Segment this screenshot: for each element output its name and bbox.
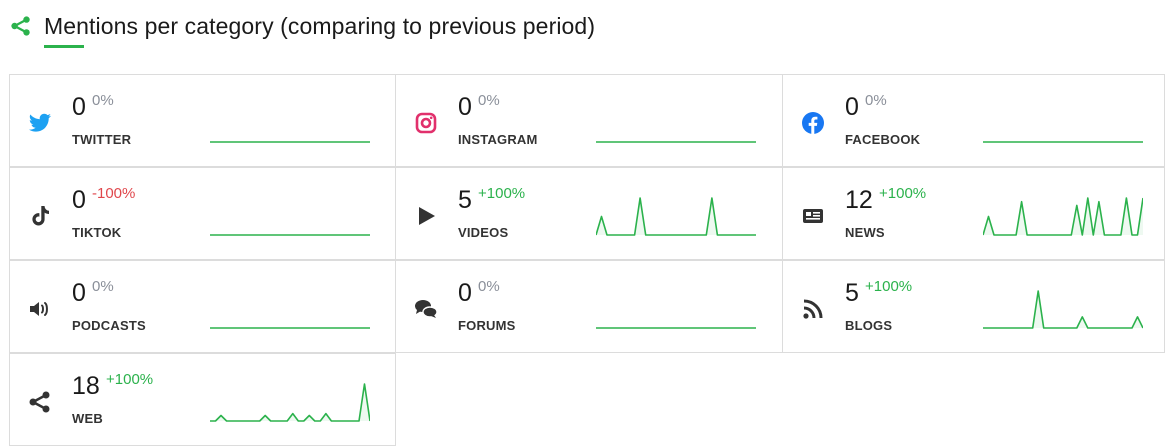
mention-count: 0: [72, 279, 86, 307]
sparkline: [983, 197, 1143, 236]
section-title: Mentions per category (comparing to prev…: [44, 12, 596, 39]
sparkline: [596, 327, 756, 329]
category-label: FACEBOOK: [845, 132, 921, 147]
change-percent: +100%: [106, 371, 154, 388]
sparkline: [983, 141, 1143, 143]
category-card-web[interactable]: 18 +100% WEB: [9, 353, 396, 446]
category-card-instagram[interactable]: 0 0% INSTAGRAM: [395, 74, 783, 167]
category-label: VIDEOS: [458, 225, 509, 240]
mention-count: 5: [458, 186, 472, 214]
category-card-blogs[interactable]: 5 +100% BLOGS: [782, 260, 1165, 353]
mention-count: 18: [72, 372, 100, 400]
sparkline: [596, 197, 756, 236]
category-label: BLOGS: [845, 318, 893, 333]
section-header: Mentions per category (comparing to prev…: [10, 6, 595, 46]
change-percent: +100%: [865, 278, 913, 295]
change-percent: 0%: [478, 278, 500, 295]
mention-count: 0: [72, 93, 86, 121]
sparkline-area: [983, 198, 1143, 235]
sparkline-line: [596, 197, 756, 236]
sparkline: [210, 327, 370, 329]
change-percent: 0%: [865, 92, 887, 109]
sparkline-line: [983, 290, 1143, 329]
category-card-podcasts[interactable]: 0 0% PODCASTS: [9, 260, 396, 353]
category-label: INSTAGRAM: [458, 132, 538, 147]
rss-icon: [801, 297, 825, 321]
sparkline-line: [210, 383, 370, 422]
sparkline: [596, 141, 756, 143]
change-percent: -100%: [92, 185, 136, 202]
category-label: NEWS: [845, 225, 885, 240]
sparkline: [210, 141, 370, 143]
sparkline-area: [210, 384, 370, 421]
mention-count: 0: [458, 279, 472, 307]
sparkline: [983, 290, 1143, 329]
category-label: FORUMS: [458, 318, 516, 333]
twitter-icon: [28, 111, 52, 135]
category-label: TWITTER: [72, 132, 132, 147]
category-label: PODCASTS: [72, 318, 146, 333]
category-card-videos[interactable]: 5 +100% VIDEOS: [395, 167, 783, 260]
sparkline-area: [596, 198, 756, 235]
sparkline: [210, 234, 370, 236]
change-percent: 0%: [92, 278, 114, 295]
category-card-tiktok[interactable]: 0 -100% TIKTOK: [9, 167, 396, 260]
category-card-facebook[interactable]: 0 0% FACEBOOK: [782, 74, 1165, 167]
change-percent: +100%: [478, 185, 526, 202]
mention-count: 0: [458, 93, 472, 121]
speaker-icon: [28, 297, 52, 321]
category-card-forums[interactable]: 0 0% FORUMS: [395, 260, 783, 353]
chat-icon: [414, 297, 438, 321]
category-grid: 0 0% TWITTER 0 0% INSTAGRAM 0 0% FACEBOOK 0 -100% T…: [9, 74, 1165, 446]
change-percent: +100%: [879, 185, 927, 202]
tiktok-icon: [28, 204, 52, 228]
mention-count: 0: [845, 93, 859, 121]
share-icon: [11, 16, 30, 36]
mention-count: 5: [845, 279, 859, 307]
sparkline-line: [983, 197, 1143, 236]
category-label: WEB: [72, 411, 103, 426]
change-percent: 0%: [478, 92, 500, 109]
category-card-twitter[interactable]: 0 0% TWITTER: [9, 74, 396, 167]
instagram-icon: [414, 111, 438, 135]
category-card-news[interactable]: 12 +100% NEWS: [782, 167, 1165, 260]
newspaper-icon: [801, 204, 825, 228]
change-percent: 0%: [92, 92, 114, 109]
play-icon: [414, 204, 438, 228]
sparkline-area: [983, 291, 1143, 328]
category-label: TIKTOK: [72, 225, 122, 240]
sparkline: [210, 383, 370, 422]
mention-count: 12: [845, 186, 873, 214]
mention-count: 0: [72, 186, 86, 214]
facebook-icon: [801, 111, 825, 135]
share-icon: [28, 390, 52, 414]
title-underline: [44, 45, 84, 48]
